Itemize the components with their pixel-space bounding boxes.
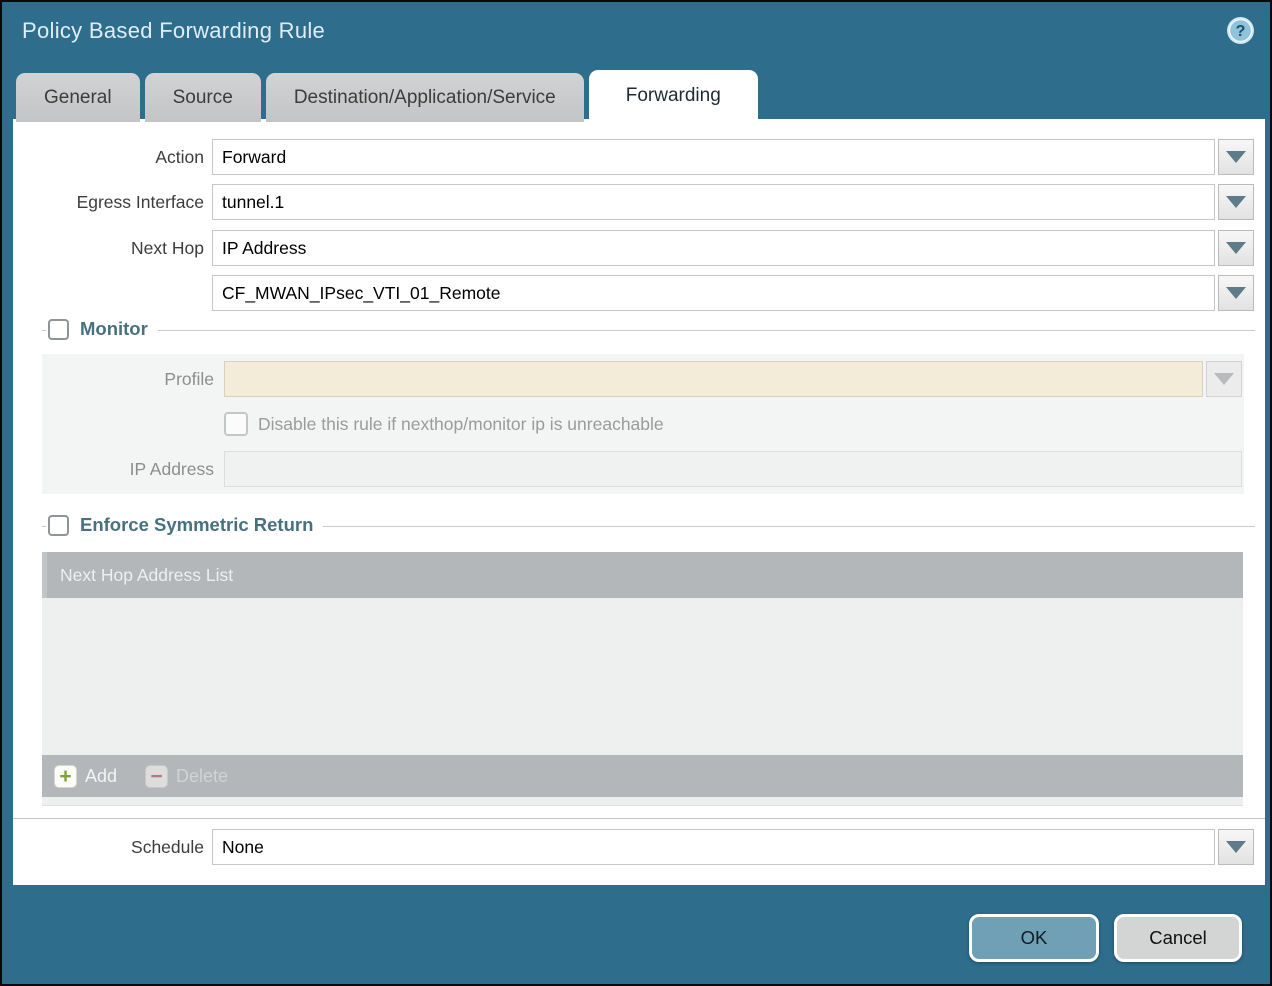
next-hop-row: Next Hop bbox=[13, 230, 1254, 266]
schedule-dropdown-button[interactable] bbox=[1218, 829, 1254, 865]
monitor-profile-select bbox=[224, 361, 1203, 397]
monitor-fieldset-line bbox=[42, 330, 1255, 331]
next-hop-address-list-toolbar: + Add − Delete bbox=[42, 755, 1243, 797]
action-row: Action bbox=[13, 139, 1254, 175]
next-hop-address-list-body bbox=[42, 598, 1243, 755]
delete-button: − Delete bbox=[145, 765, 228, 788]
minus-icon: − bbox=[145, 765, 168, 788]
next-hop-address-select[interactable] bbox=[212, 275, 1215, 311]
chevron-down-icon bbox=[1226, 841, 1246, 853]
enforce-symmetric-return-checkbox[interactable] bbox=[48, 515, 69, 536]
next-hop-dropdown-button[interactable] bbox=[1218, 230, 1254, 266]
tab-destination-application-service[interactable]: Destination/Application/Service bbox=[266, 73, 584, 122]
egress-interface-select[interactable] bbox=[212, 184, 1215, 220]
monitor-checkbox[interactable] bbox=[48, 319, 69, 340]
chevron-down-icon bbox=[1214, 373, 1234, 385]
egress-interface-label: Egress Interface bbox=[13, 192, 212, 213]
question-mark-glyph: ? bbox=[1236, 23, 1246, 40]
next-hop-address-list-header-text: Next Hop Address List bbox=[60, 565, 233, 586]
monitor-ip-address-row: IP Address bbox=[42, 450, 1242, 488]
chevron-down-icon bbox=[1226, 287, 1246, 299]
chevron-down-icon bbox=[1226, 151, 1246, 163]
tab-source[interactable]: Source bbox=[145, 73, 261, 122]
tab-forwarding[interactable]: Forwarding bbox=[589, 70, 758, 122]
next-hop-address-dropdown-button[interactable] bbox=[1218, 275, 1254, 311]
disable-rule-checkbox bbox=[224, 412, 248, 436]
cancel-button[interactable]: Cancel bbox=[1114, 914, 1242, 962]
help-icon[interactable]: ? bbox=[1226, 16, 1255, 45]
delete-button-label: Delete bbox=[176, 766, 228, 787]
add-button-label: Add bbox=[85, 766, 117, 787]
next-hop-address-row bbox=[13, 275, 1254, 311]
enforce-legend-text: Enforce Symmetric Return bbox=[80, 514, 313, 536]
monitor-profile-row: Profile bbox=[42, 360, 1242, 398]
monitor-legend: Monitor bbox=[46, 318, 158, 340]
action-dropdown-button[interactable] bbox=[1218, 139, 1254, 175]
next-hop-address-list-header: Next Hop Address List bbox=[42, 552, 1243, 598]
next-hop-label: Next Hop bbox=[13, 238, 212, 259]
action-select[interactable] bbox=[212, 139, 1215, 175]
add-button[interactable]: + Add bbox=[54, 765, 117, 788]
monitor-panel: Profile Disable this rule if nexthop/mon… bbox=[42, 354, 1244, 494]
schedule-label: Schedule bbox=[13, 837, 212, 858]
dialog-title: Policy Based Forwarding Rule bbox=[22, 18, 325, 44]
next-hop-type-select[interactable] bbox=[212, 230, 1215, 266]
chevron-down-icon bbox=[1226, 196, 1246, 208]
monitor-ip-address-input bbox=[224, 451, 1242, 487]
pbf-rule-dialog: { "dialog": { "title": "Policy Based For… bbox=[0, 0, 1272, 986]
monitor-profile-dropdown-button bbox=[1206, 361, 1242, 397]
egress-interface-dropdown-button[interactable] bbox=[1218, 184, 1254, 220]
tab-bar: General Source Destination/Application/S… bbox=[16, 70, 758, 122]
disable-rule-row: Disable this rule if nexthop/monitor ip … bbox=[42, 405, 1242, 443]
plus-icon: + bbox=[54, 765, 77, 788]
schedule-separator-line bbox=[13, 818, 1265, 819]
next-hop-address-list-bottom-strip bbox=[42, 797, 1243, 806]
monitor-ip-address-label: IP Address bbox=[42, 459, 224, 480]
forwarding-tab-panel: Action Egress Interface Next Hop Monitor bbox=[13, 119, 1265, 885]
action-label: Action bbox=[13, 147, 212, 168]
chevron-down-icon bbox=[1226, 242, 1246, 254]
schedule-select[interactable] bbox=[212, 829, 1215, 865]
tab-general[interactable]: General bbox=[16, 73, 140, 122]
schedule-row: Schedule bbox=[13, 829, 1254, 865]
monitor-legend-text: Monitor bbox=[80, 318, 148, 340]
egress-interface-row: Egress Interface bbox=[13, 184, 1254, 220]
next-hop-address-list-table: Next Hop Address List + Add − Delete bbox=[42, 552, 1243, 806]
ok-button[interactable]: OK bbox=[969, 914, 1099, 962]
enforce-legend: Enforce Symmetric Return bbox=[46, 514, 323, 536]
profile-label: Profile bbox=[42, 369, 224, 390]
disable-rule-label: Disable this rule if nexthop/monitor ip … bbox=[258, 414, 664, 435]
